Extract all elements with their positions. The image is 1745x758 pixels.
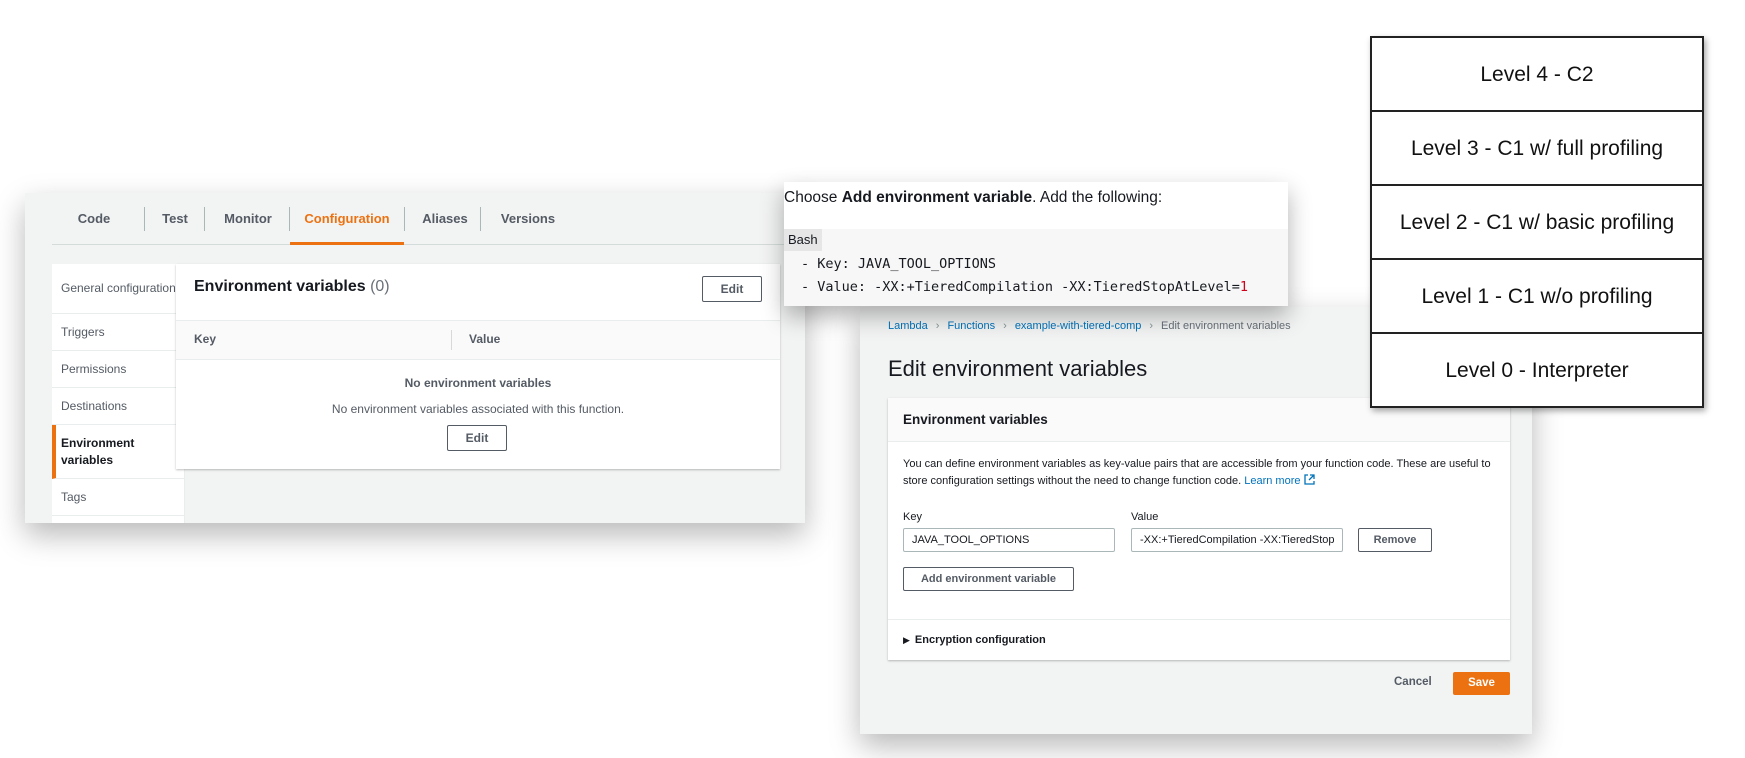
external-link-icon [1303,474,1315,485]
add-environment-variable-button[interactable]: Add environment variable [903,567,1074,591]
cancel-button[interactable]: Cancel [1394,676,1432,688]
tab-versions[interactable]: Versions [492,193,564,244]
learn-more-label: Learn more [1244,475,1301,487]
chevron-right-icon: › [1149,320,1154,332]
empty-state-description: No environment variables associated with… [331,402,625,416]
chevron-right-icon: › [935,320,940,332]
remove-button[interactable]: Remove [1358,528,1432,552]
tab-divider [480,207,481,231]
environment-variables-card: Environment variables (0) Edit Key Value… [176,264,780,469]
save-button[interactable]: Save [1453,672,1510,695]
column-value: Value [469,332,501,346]
breadcrumb-functions[interactable]: Functions [947,320,995,332]
encryption-section: ▶ Encryption configuration [888,619,1510,661]
chevron-right-icon: › [1003,320,1007,332]
level-1-box: Level 1 - C1 w/o profiling [1372,260,1702,334]
column-key: Key [194,332,217,346]
instruction-text: Choose Add environment variable. Add the… [784,189,1162,207]
code-line-value-text: - Value: -XX:+TieredCompilation -XX:Tier… [801,279,1240,295]
description-text: You can define environment variables as … [903,458,1491,487]
sidebar-item-triggers[interactable]: Triggers [52,314,184,351]
tab-divider [404,207,405,231]
level-4-box: Level 4 - C2 [1372,38,1702,112]
instruction-bold: Add environment variable [841,189,1033,206]
level-3-box: Level 3 - C1 w/ full profiling [1372,112,1702,186]
key-input[interactable] [903,528,1115,552]
value-label: Value [1131,511,1159,523]
sidebar-item-tags[interactable]: Tags [52,479,184,516]
sidebar-item-permissions[interactable]: Permissions [52,351,184,388]
table-header: Key Value [176,320,780,360]
encryption-toggle[interactable]: ▶ Encryption configuration [903,634,1046,646]
tiered-compilation-levels-diagram: Level 4 - C2 Level 3 - C1 w/ full profil… [1370,36,1704,408]
form-description: You can define environment variables as … [903,456,1501,490]
breadcrumb-lambda[interactable]: Lambda [888,320,928,332]
level-2-box: Level 2 - C1 w/ basic profiling [1372,186,1702,260]
environment-variables-form: Environment variables You can define env… [888,398,1510,660]
breadcrumb-current: Edit environment variables [1161,320,1291,332]
lambda-configuration-panel: Code Test Monitor Configuration Aliases … [25,193,805,523]
instruction-suffix: . Add the following: [1032,189,1163,206]
code-line-key: - Key: JAVA_TOOL_OPTIONS [801,256,997,272]
empty-state-edit-button[interactable]: Edit [447,425,507,451]
card-title: Environment variables (0) [194,278,390,296]
function-tabs: Code Test Monitor Configuration Aliases … [52,193,805,245]
column-divider [451,330,452,350]
level-0-box: Level 0 - Interpreter [1445,359,1629,382]
key-label: Key [903,511,922,523]
form-title: Environment variables [903,412,1048,427]
config-sidebar: General configuration Triggers Permissio… [52,264,185,523]
code-block: Bash - Key: JAVA_TOOL_OPTIONS - Value: -… [784,229,1288,306]
code-number: 1 [1239,279,1249,295]
code-language-label: Bash [784,229,822,251]
caret-right-icon: ▶ [903,635,910,645]
sidebar-item-environment-variables[interactable]: Environment variables [52,425,184,479]
code-line-value: - Value: -XX:+TieredCompilation -XX:Tier… [801,279,1248,295]
value-input[interactable] [1131,528,1343,552]
sidebar-item-destinations[interactable]: Destinations [52,388,184,425]
tab-divider [144,207,145,231]
page-title: Edit environment variables [888,356,1148,381]
breadcrumb-function-name[interactable]: example-with-tiered-comp [1015,320,1142,332]
tab-configuration[interactable]: Configuration [290,193,404,245]
tab-monitor[interactable]: Monitor [218,193,278,244]
tab-test[interactable]: Test [153,193,197,244]
tab-aliases[interactable]: Aliases [415,193,475,244]
edit-button[interactable]: Edit [702,276,762,302]
sidebar-item-general-configuration[interactable]: General configuration [52,264,184,314]
tab-divider [204,207,205,231]
instruction-prefix: Choose [784,189,842,206]
env-title-text: Environment variables [194,278,366,295]
tab-code[interactable]: Code [70,193,118,244]
breadcrumb: Lambda › Functions › example-with-tiered-com… [888,320,1291,332]
learn-more-link[interactable]: Learn more [1244,474,1315,487]
encryption-label: Encryption configuration [914,634,1046,646]
documentation-snippet: Choose Add environment variable. Add the… [784,182,1288,306]
env-count: (0) [370,278,390,295]
empty-state-title: No environment variables [404,376,552,390]
